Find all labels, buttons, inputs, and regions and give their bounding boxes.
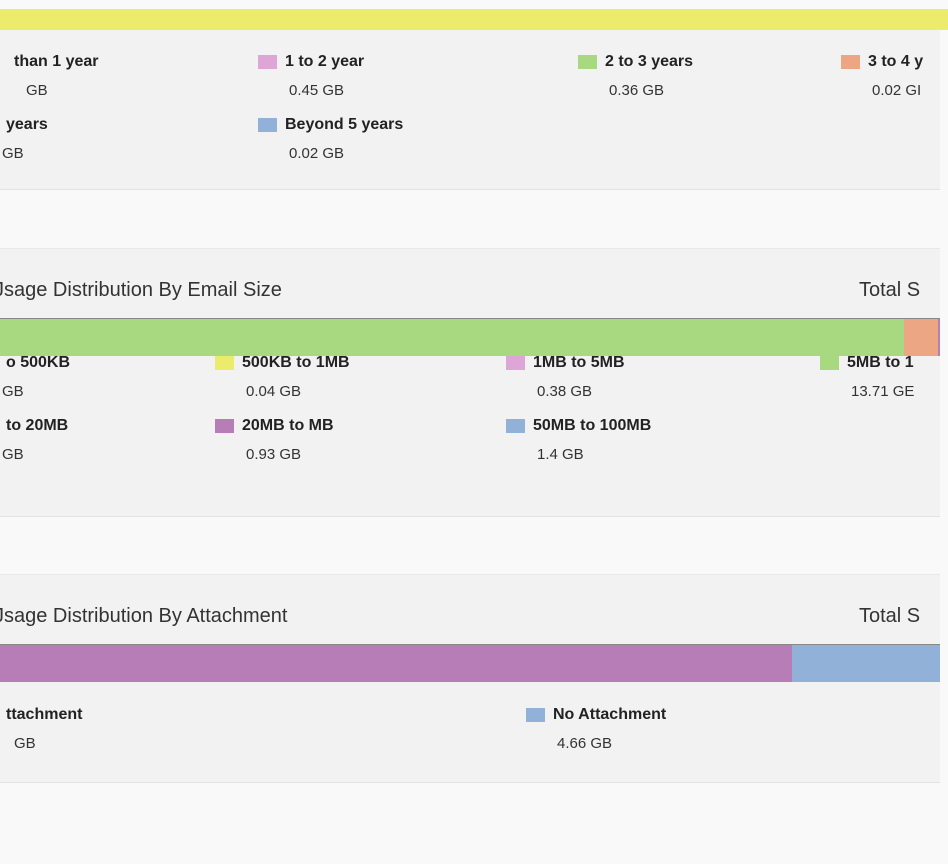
- swatch-green: [820, 356, 839, 370]
- attachment-total-label: Total S: [859, 605, 921, 627]
- attachment-distribution-panel: Jsage Distribution By Attachment Total S…: [0, 574, 940, 783]
- legend-item-4-to-5-years: years GB: [2, 116, 48, 162]
- legend-item-10mb-to-20mb: to 20MB GB: [2, 417, 69, 463]
- legend-item-5mb-to-10mb: 5MB to 1 13.71 GE: [820, 354, 940, 400]
- email-size-distribution-panel: Jsage Distribution By Email Size Total S…: [0, 248, 940, 517]
- legend-item-1-to-2-year: 1 to 2 year 0.45 GB: [258, 53, 364, 99]
- email-size-total-label: Total S: [859, 279, 921, 301]
- swatch-pink: [258, 55, 277, 69]
- bar-segment: [0, 319, 905, 356]
- age-distribution-panel: than 1 year GB 1 to 2 year 0.45 GB 2 to …: [0, 30, 940, 190]
- legend-item-with-attachment: ttachment GB: [6, 706, 83, 752]
- legend-item-20mb-to-50mb: 20MB to MB 0.93 GB: [215, 417, 334, 463]
- bar-segment: [938, 319, 940, 356]
- swatch-blue: [258, 118, 277, 132]
- bar-segment: [792, 645, 940, 682]
- legend-item-2-to-3-years: 2 to 3 years 0.36 GB: [578, 53, 693, 99]
- legend-item-up-to-500kb: o 500KB GB: [2, 354, 71, 400]
- attachment-panel-title: Jsage Distribution By Attachment: [0, 605, 288, 627]
- bar-segment: [0, 645, 793, 682]
- age-distribution-bar: [0, 9, 948, 30]
- email-size-panel-title: Jsage Distribution By Email Size: [0, 279, 282, 301]
- legend-item-less-than-1-year: than 1 year GB: [14, 53, 99, 99]
- swatch-orange: [841, 55, 860, 69]
- legend-item-500kb-to-1mb: 500KB to 1MB 0.04 GB: [215, 354, 350, 400]
- swatch-green: [578, 55, 597, 69]
- legend-item-3-to-4-years: 3 to 4 y 0.02 GI: [841, 53, 940, 99]
- swatch-purple: [215, 419, 234, 433]
- swatch-yellow: [215, 356, 234, 370]
- bar-segment: [904, 319, 939, 356]
- attachment-stacked-bar: [0, 644, 940, 682]
- email-size-stacked-bar: [0, 318, 940, 356]
- legend-item-no-attachment: No Attachment 4.66 GB: [526, 706, 666, 752]
- swatch-blue: [526, 708, 545, 722]
- swatch-pink: [506, 356, 525, 370]
- legend-item-beyond-5-years: Beyond 5 years 0.02 GB: [258, 116, 403, 162]
- legend-item-1mb-to-5mb: 1MB to 5MB 0.38 GB: [506, 354, 625, 400]
- legend-item-50mb-to-100mb: 50MB to 100MB 1.4 GB: [506, 417, 651, 463]
- swatch-blue: [506, 419, 525, 433]
